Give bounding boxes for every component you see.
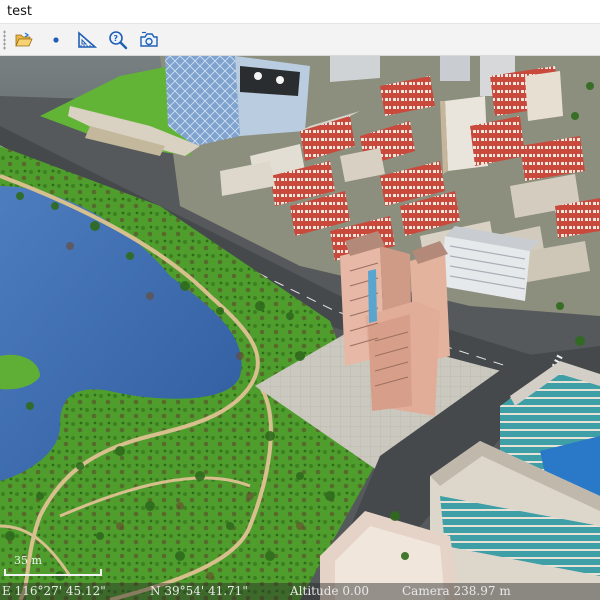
camera-readout: Camera 238.97 m xyxy=(402,584,511,598)
measure-button[interactable] xyxy=(75,28,99,52)
scale-label: 35 m xyxy=(14,554,42,567)
triangle-ruler-icon xyxy=(78,31,97,48)
longitude-readout: E 116°27' 45.12" xyxy=(2,584,106,598)
map-3d-viewport[interactable]: 35 m xyxy=(0,56,600,600)
status-bar: E 116°27' 45.12" N 39°54' 41.71" Altitud… xyxy=(0,583,600,600)
svg-text:?: ? xyxy=(113,34,118,43)
query-button[interactable]: ? xyxy=(106,28,130,52)
camera-button[interactable] xyxy=(137,28,161,52)
folder-open-icon xyxy=(15,32,33,47)
toolbar-grip[interactable] xyxy=(3,30,6,50)
dot-icon xyxy=(53,37,59,43)
point-button[interactable] xyxy=(44,28,68,52)
toolbar: ? xyxy=(0,24,600,56)
altitude-readout: Altitude 0.00 xyxy=(290,584,370,598)
open-button[interactable] xyxy=(12,28,36,52)
scale-indicator: 35 m xyxy=(4,554,102,580)
window-title: test xyxy=(7,4,32,19)
city-scene xyxy=(0,56,600,600)
camera-icon xyxy=(140,31,158,47)
magnifier-question-icon: ? xyxy=(109,31,128,50)
scale-bar xyxy=(4,569,102,576)
latitude-readout: N 39°54' 41.71" xyxy=(150,584,248,598)
window-title-bar: test xyxy=(0,0,600,24)
